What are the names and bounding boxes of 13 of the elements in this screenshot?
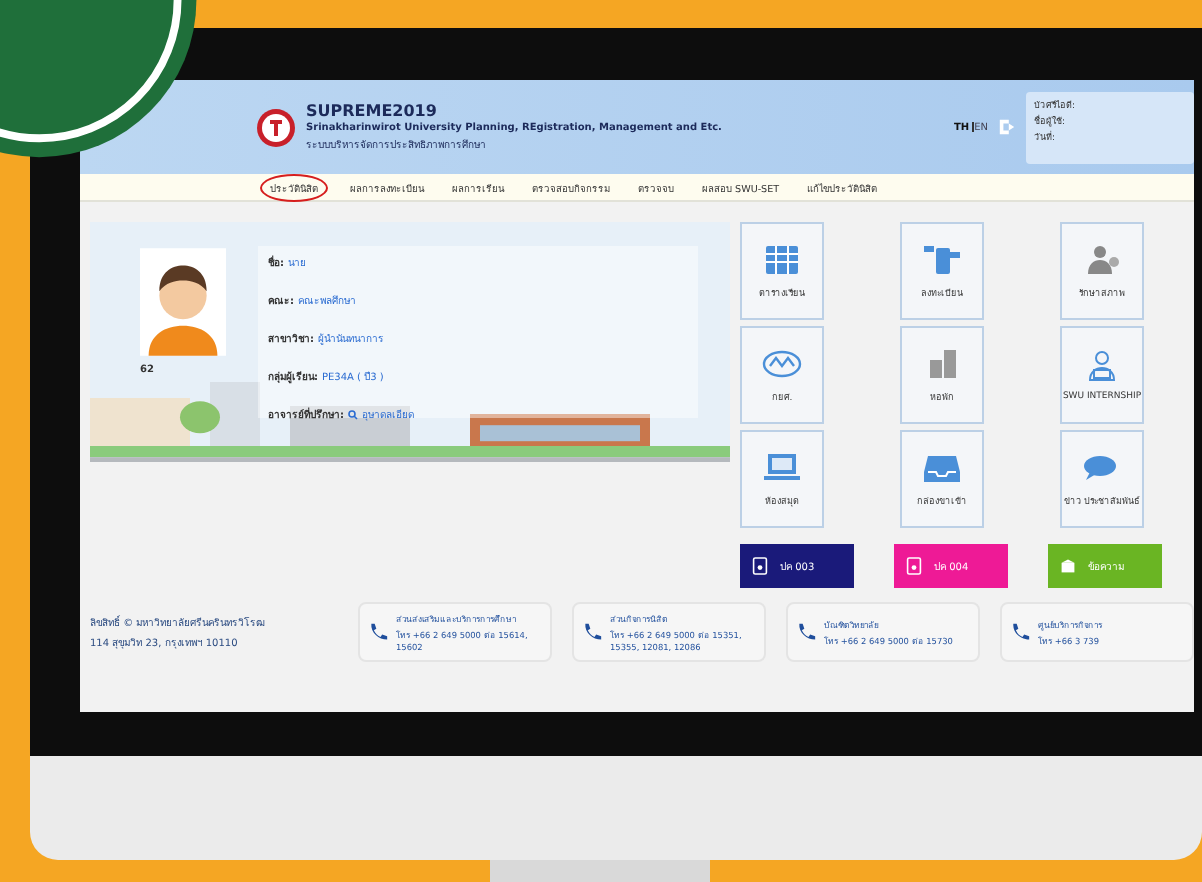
inbox-icon xyxy=(922,451,962,483)
laptop-icon xyxy=(762,451,802,483)
emblem-icon xyxy=(762,347,802,379)
person-icon xyxy=(1082,243,1122,275)
university-seal-icon xyxy=(256,107,296,147)
app-title: SUPREME2019 xyxy=(306,102,439,120)
tablet-icon xyxy=(906,556,922,576)
avatar-silhouette xyxy=(140,246,226,358)
search-icon xyxy=(348,409,358,419)
table-icon xyxy=(762,243,802,275)
chat-icon xyxy=(1082,451,1122,483)
tablet-icon xyxy=(752,556,768,576)
logout-icon[interactable] xyxy=(998,118,1016,136)
